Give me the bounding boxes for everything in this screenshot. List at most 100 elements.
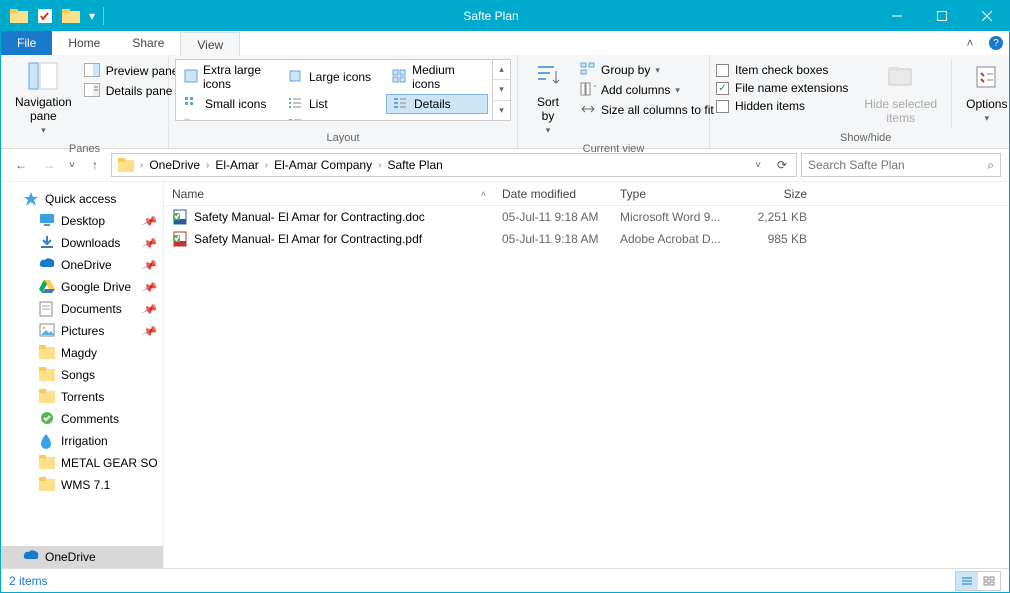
layout-large[interactable]: Large icons [282, 62, 384, 92]
ribbon-group-layout: Extra large icons Large icons Medium ico… [169, 55, 518, 148]
layout-scroll-down[interactable]: ▾ [493, 80, 510, 100]
search-input[interactable] [808, 158, 987, 172]
options-button[interactable]: Options ▾ [958, 59, 1010, 128]
sort-by-button[interactable]: Sort by ▾ [524, 59, 572, 139]
status-item-count: 2 items [9, 574, 48, 588]
layout-content[interactable]: Content [282, 116, 384, 121]
layout-small[interactable]: Small icons [178, 94, 280, 114]
folder-icon [59, 4, 83, 28]
file-row[interactable]: Safety Manual- El Amar for Contracting.d… [164, 206, 1009, 228]
qat-properties[interactable] [33, 4, 57, 28]
breadcrumb-item[interactable]: OneDrive [145, 154, 204, 176]
nav-item-icon [39, 455, 55, 471]
nav-quick-access[interactable]: Quick access [1, 188, 163, 210]
recent-locations-button[interactable]: ˅ [65, 153, 79, 177]
nav-item-label: Comments [61, 412, 157, 426]
status-bar: 2 items [1, 568, 1009, 592]
address-dropdown[interactable]: ˅ [746, 154, 770, 176]
nav-item-label: Documents [61, 302, 137, 316]
nav-item-label: WMS 7.1 [61, 478, 157, 492]
qat-dropdown[interactable]: ▾ [85, 4, 99, 28]
file-extensions-toggle[interactable]: ✓File name extensions [716, 81, 848, 95]
nav-item-icon [39, 235, 55, 251]
ribbon-collapse-button[interactable]: ˄ [957, 31, 983, 55]
details-pane-button[interactable]: Details pane [84, 83, 179, 99]
search-box[interactable]: ⌕ [801, 153, 1001, 177]
nav-item[interactable]: Songs [1, 364, 163, 386]
layout-scroll-up[interactable]: ▴ [493, 60, 510, 80]
nav-item[interactable]: OneDrive📌 [1, 254, 163, 276]
nav-item[interactable]: Torrents [1, 386, 163, 408]
nav-item[interactable]: Desktop📌 [1, 210, 163, 232]
address-bar[interactable]: › OneDrive › El-Amar › El-Amar Company ›… [111, 153, 797, 177]
nav-item-label: Magdy [61, 346, 157, 360]
item-checkboxes-toggle[interactable]: Item check boxes [716, 63, 848, 77]
layout-extra-large[interactable]: Extra large icons [178, 62, 280, 92]
svg-text:+: + [593, 82, 596, 93]
up-button[interactable]: ↑ [83, 153, 107, 177]
ribbon-group-showhide: Item check boxes ✓File name extensions H… [710, 55, 1010, 148]
column-date[interactable]: Date modified [494, 187, 612, 201]
breadcrumb-item[interactable]: El-Amar Company [270, 154, 376, 176]
column-name[interactable]: Name˄ [164, 187, 494, 201]
file-date: 05-Jul-11 9:18 AM [494, 232, 612, 246]
nav-item[interactable]: Google Drive📌 [1, 276, 163, 298]
nav-item[interactable]: WMS 7.1 [1, 474, 163, 496]
nav-item[interactable]: Irrigation [1, 430, 163, 452]
size-all-columns-button[interactable]: Size all columns to fit [578, 101, 716, 119]
nav-item-icon [39, 279, 55, 295]
chevron-right-icon[interactable]: › [138, 160, 145, 171]
add-columns-button[interactable]: +Add columns▾ [578, 81, 716, 99]
tab-share[interactable]: Share [116, 31, 180, 55]
pin-icon: 📌 [141, 234, 159, 251]
chevron-right-icon[interactable]: › [204, 160, 211, 171]
file-row[interactable]: Safety Manual- El Amar for Contracting.p… [164, 228, 1009, 250]
layout-tiles[interactable]: Tiles [178, 116, 280, 121]
tab-home[interactable]: Home [52, 31, 116, 55]
refresh-button[interactable]: ⟳ [770, 154, 794, 176]
nav-item[interactable]: METAL GEAR SOLID [1, 452, 163, 474]
nav-item[interactable]: Downloads📌 [1, 232, 163, 254]
close-button[interactable] [964, 1, 1009, 31]
nav-onedrive-root[interactable]: OneDrive [1, 546, 163, 568]
pin-icon: 📌 [141, 256, 159, 273]
nav-item[interactable]: Pictures📌 [1, 320, 163, 342]
nav-item[interactable]: Comments [1, 408, 163, 430]
navigation-pane-button[interactable]: Navigation pane ▾ [7, 59, 80, 139]
nav-item-label: Songs [61, 368, 157, 382]
column-size[interactable]: Size [730, 187, 815, 201]
file-name: Safety Manual- El Amar for Contracting.d… [194, 210, 425, 224]
breadcrumb-item[interactable]: Safte Plan [383, 154, 446, 176]
file-size: 985 KB [730, 232, 815, 246]
chevron-right-icon[interactable]: › [376, 160, 383, 171]
group-by-button[interactable]: Group by▾ [578, 61, 716, 79]
nav-item[interactable]: Documents 📌 [1, 298, 163, 320]
pin-icon: 📌 [141, 300, 159, 317]
view-icons-toggle[interactable] [978, 572, 1000, 590]
hidden-items-toggle[interactable]: Hidden items [716, 99, 848, 113]
tab-view[interactable]: View [180, 32, 240, 56]
window-title: Safte Plan [108, 9, 874, 23]
column-type[interactable]: Type [612, 187, 730, 201]
chevron-right-icon[interactable]: › [263, 160, 270, 171]
help-button[interactable]: ? [983, 31, 1009, 55]
explorer-window: ▾ Safte Plan File Home Share View ˄ ? Na… [0, 0, 1010, 593]
tab-file[interactable]: File [1, 31, 52, 55]
sort-indicator-icon: ˄ [481, 189, 486, 199]
address-bar-row: ← → ˅ ↑ › OneDrive › El-Amar › El-Amar C… [1, 149, 1009, 181]
breadcrumb-root[interactable] [114, 154, 138, 176]
minimize-button[interactable] [874, 1, 919, 31]
layout-expand[interactable]: ▾ [493, 101, 510, 120]
nav-item[interactable]: Magdy [1, 342, 163, 364]
layout-details[interactable]: Details [386, 94, 488, 114]
breadcrumb-item[interactable]: El-Amar [211, 154, 262, 176]
sort-by-label: Sort by [537, 95, 559, 123]
layout-medium[interactable]: Medium icons [386, 62, 488, 92]
maximize-button[interactable] [919, 1, 964, 31]
back-button[interactable]: ← [9, 153, 33, 177]
preview-pane-button[interactable]: Preview pane [84, 63, 179, 79]
layout-list[interactable]: List [282, 94, 384, 114]
view-details-toggle[interactable] [956, 572, 978, 590]
nav-item-icon [39, 389, 55, 405]
onedrive-icon [23, 549, 39, 565]
